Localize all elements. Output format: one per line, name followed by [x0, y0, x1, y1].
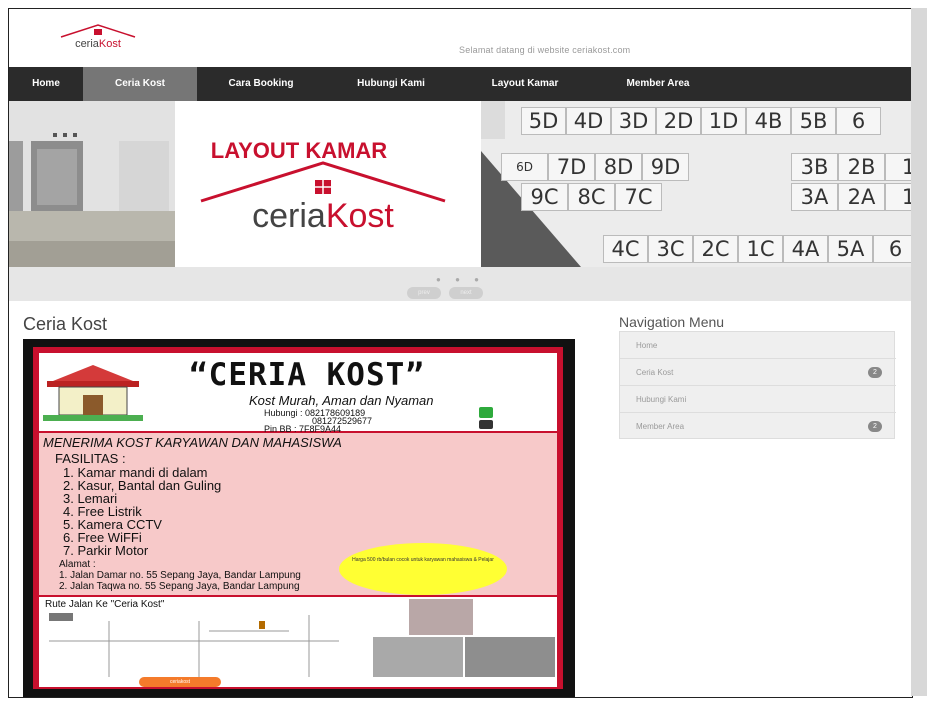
route-map	[49, 613, 339, 677]
price-bubble: Harga 500 rb/bulan cocok untuk karyawan …	[339, 543, 507, 595]
nav-layout-kamar[interactable]: Layout Kamar	[457, 67, 593, 101]
room-cell: 1D	[701, 107, 746, 135]
room-cell: 3D	[611, 107, 656, 135]
room-cell: 2A	[838, 183, 885, 211]
room-photo	[373, 637, 463, 677]
room-cell: 9C	[521, 183, 568, 211]
browser-viewport: ceriaKost Selamat datang di website ceri…	[8, 8, 913, 698]
room-cell: 2B	[838, 153, 885, 181]
route-map-button[interactable]: ceriakost	[139, 677, 221, 687]
slider-prev-button[interactable]: prev	[407, 287, 441, 299]
svg-text:ceriaKost: ceriaKost	[252, 197, 394, 235]
main-nav: Home Ceria Kost Cara Booking Hubungi Kam…	[9, 67, 912, 101]
sidebar-menu: Home Ceria Kost 2 Hubungi Kami Member Ar…	[619, 331, 896, 440]
nav-ceria-kost[interactable]: Ceria Kost	[83, 67, 197, 101]
sidebar-title: Navigation Menu	[619, 314, 725, 330]
room-cell: 5A	[828, 235, 873, 263]
room-cell: 6	[873, 235, 912, 263]
house-icon	[43, 365, 143, 421]
room-cell: 8C	[568, 183, 615, 211]
svg-text:ceriaKost: ceriaKost	[75, 38, 121, 50]
room-cell: 4B	[746, 107, 791, 135]
layout-kamar-banner: LAYOUT KAMAR ceriaKost	[175, 101, 481, 267]
vertical-scrollbar[interactable]	[911, 8, 927, 696]
room-cell: 3A	[791, 183, 838, 211]
page-title: Ceria Kost	[23, 314, 108, 334]
welcome-text: Selamat datang di website ceriakost.com	[459, 45, 631, 55]
room-cell: 6	[836, 107, 881, 135]
route-title: Rute Jalan Ke "Ceria Kost"	[45, 599, 165, 610]
room-cell: 9D	[642, 153, 689, 181]
sidebar-item-hubungi-kami[interactable]: Hubungi Kami	[620, 386, 896, 413]
room-cell: 4C	[603, 235, 648, 263]
nav-cara-booking[interactable]: Cara Booking	[197, 67, 325, 101]
count-badge: 2	[868, 421, 882, 432]
poster-tagline: Kost Murah, Aman dan Nyaman	[249, 393, 434, 408]
slider-dots[interactable]: ● ● ●	[9, 275, 912, 284]
banner-title: LAYOUT KAMAR	[211, 138, 388, 163]
room-cell: 5B	[791, 107, 836, 135]
nav-hubungi-kami[interactable]: Hubungi Kami	[325, 67, 457, 101]
room-cell: 1C	[738, 235, 783, 263]
nav-member-area[interactable]: Member Area	[593, 67, 723, 101]
count-badge: 2	[868, 367, 882, 378]
room-cell: 1	[885, 183, 912, 211]
alamat-item: 1. Jalan Damar no. 55 Sepang Jaya, Banda…	[59, 570, 301, 581]
room-cell: 4D	[566, 107, 611, 135]
sidebar-item-ceria-kost[interactable]: Ceria Kost 2	[620, 359, 896, 386]
room-cell: 8D	[595, 153, 642, 181]
building-photo	[9, 101, 175, 267]
image-slider[interactable]: LAYOUT KAMAR ceriaKost 5D 4D 3D 2D 1D 4B 5B 6 6D…	[9, 101, 912, 301]
room-cell: 3B	[791, 153, 838, 181]
poster-title: “CERIA KOST”	[189, 357, 425, 393]
alamat-label: Alamat :	[59, 559, 96, 570]
site-logo[interactable]: ceriaKost	[53, 23, 143, 53]
room-cell: 4A	[783, 235, 828, 263]
fasilitas-label: FASILITAS :	[55, 451, 126, 466]
nav-home[interactable]: Home	[9, 67, 83, 101]
room-photo	[409, 599, 473, 635]
sidebar-item-member-area[interactable]: Member Area 2	[620, 413, 896, 440]
sidebar-item-home[interactable]: Home	[620, 332, 896, 359]
blackberry-icon	[479, 420, 493, 429]
alamat-item: 2. Jalan Taqwa no. 55 Sepang Jaya, Banda…	[59, 581, 300, 592]
room-layout-map: 5D4D3D2D1D4B5B66D7D8D9D3B2B19C8C7C3A2A14…	[481, 101, 912, 267]
room-cell: 5D	[521, 107, 566, 135]
whatsapp-icon	[479, 407, 493, 418]
poster-headline: MENERIMA KOST KARYAWAN DAN MAHASISWA	[43, 435, 342, 450]
room-cell: 7C	[615, 183, 662, 211]
room-cell: 6D	[501, 153, 548, 181]
slider-next-button[interactable]: next	[449, 287, 483, 299]
room-cell: 2C	[693, 235, 738, 263]
fasilitas-item: 7. Parkir Motor	[63, 543, 149, 558]
room-photo	[465, 637, 555, 677]
room-cell: 3C	[648, 235, 693, 263]
room-cell: 2D	[656, 107, 701, 135]
ceria-kost-poster: “CERIA KOST” Kost Murah, Aman dan Nyaman…	[23, 339, 575, 697]
room-cell: 7D	[548, 153, 595, 181]
poster-contact: Hubungi : 082178609189 081272529677 Pin …	[264, 408, 373, 434]
room-cell: 1	[885, 153, 912, 181]
